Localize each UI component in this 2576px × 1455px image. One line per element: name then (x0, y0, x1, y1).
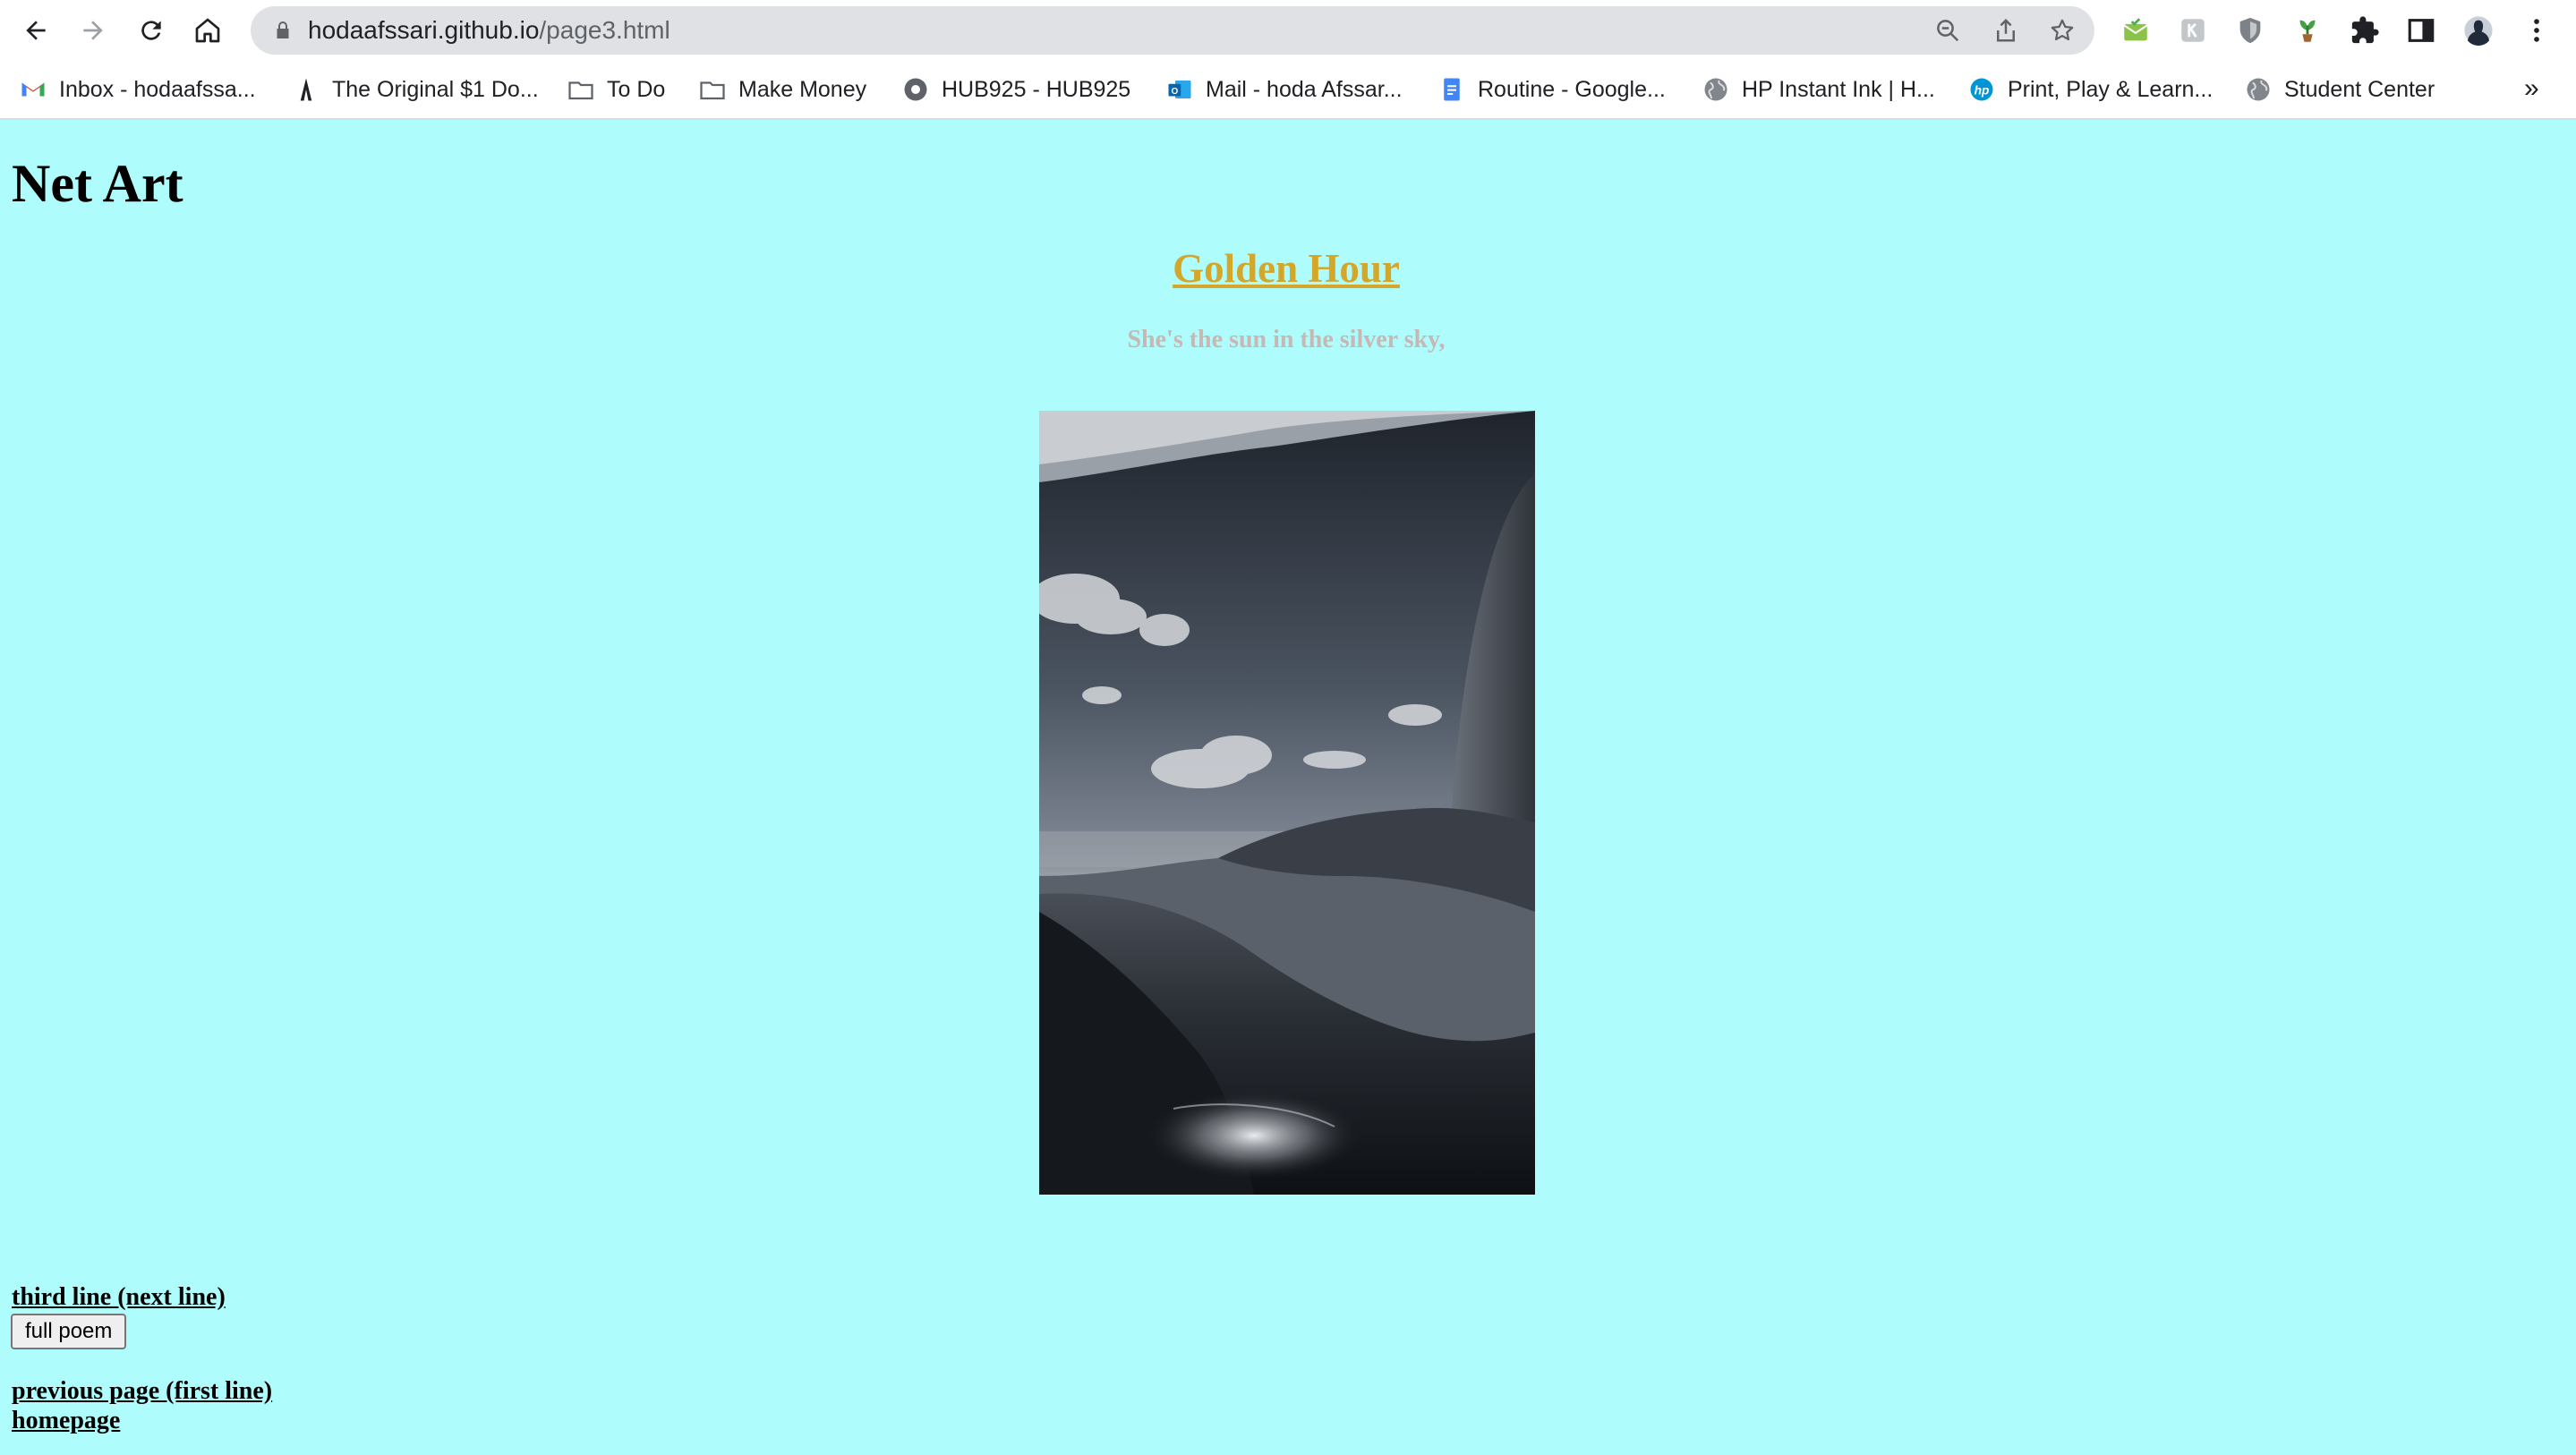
web-page: Net Art Golden Hour She's the sun in the… (0, 120, 2576, 1455)
folder-icon (567, 76, 594, 103)
bookmark-label: HUB925 - HUB925 (942, 76, 1131, 102)
bookmark-student-center[interactable]: Student Center (2245, 70, 2435, 109)
next-line-link[interactable]: third line (next line) (12, 1283, 226, 1312)
zoom-button[interactable] (1933, 16, 1962, 45)
poem-title-link[interactable]: Golden Hour (0, 245, 2572, 292)
poem-line: She's the sun in the silver sky, (1127, 326, 1446, 353)
bookmark-folder-make-money[interactable]: Make Money (699, 70, 866, 109)
reload-button[interactable] (130, 9, 173, 52)
full-poem-button[interactable]: full poem (11, 1314, 127, 1349)
homepage-link[interactable]: homepage (12, 1407, 120, 1435)
folder-icon (699, 76, 726, 103)
kebab-menu-icon (2534, 19, 2539, 42)
plant-icon (2299, 20, 2316, 42)
bookmark-star-button[interactable] (2048, 16, 2077, 45)
browser-menu-button[interactable] (2519, 13, 2555, 48)
bookmark-label: Mail - hoda Afssar... (1206, 76, 1403, 102)
arrow-left-icon (26, 21, 46, 40)
bookmark-folder-todo[interactable]: To Do (567, 70, 665, 109)
svg-text:O: O (1171, 87, 1178, 97)
extension-plant-button[interactable] (2290, 13, 2325, 48)
zoom-out-icon (1937, 20, 1959, 42)
bookmark-label: Student Center (2284, 76, 2435, 102)
bookmark-inbox[interactable]: Inbox - hodaafssa... (20, 70, 256, 109)
share-icon (1997, 18, 2015, 42)
bookmark-original-dollar[interactable]: The Original $1 Do... (293, 70, 539, 109)
share-button[interactable] (1992, 16, 2020, 45)
google-docs-icon (1438, 76, 1465, 103)
bookmark-label: Print, Play & Learn... (2008, 76, 2213, 102)
bookmark-label: Make Money (738, 76, 867, 102)
extensions-menu-button[interactable] (2347, 13, 2383, 48)
home-button[interactable] (186, 9, 229, 52)
extension-k-button[interactable] (2175, 13, 2211, 48)
address-url: hodaafssari.github.io/page3.html (308, 6, 670, 55)
page-title: Net Art (12, 154, 183, 213)
bookmark-print-play-learn[interactable]: hp Print, Play & Learn... (1968, 70, 2213, 109)
avatar-icon (2464, 16, 2493, 46)
extension-shield-button[interactable] (2232, 13, 2268, 48)
gmail-icon (20, 76, 47, 103)
bookmark-label: Routine - Google... (1478, 76, 1666, 102)
previous-page-link[interactable]: previous page (first line) (12, 1377, 272, 1406)
artwork-image (1039, 411, 1535, 1195)
reload-icon (141, 21, 161, 40)
bookmark-label: HP Instant Ink | H... (1742, 76, 1935, 102)
bookmark-label: The Original $1 Do... (332, 76, 539, 102)
puzzle-icon (2351, 16, 2379, 44)
star-icon (2051, 19, 2074, 41)
bookmark-hp-instant-ink[interactable]: HP Instant Ink | H... (1702, 70, 1935, 109)
browser-toolbar: hodaafssari.github.io/page3.html (0, 0, 2576, 61)
url-path: /page3.html (539, 16, 670, 44)
bookmark-site-icon (293, 76, 320, 103)
forward-button[interactable] (72, 9, 115, 52)
hub-icon (902, 76, 929, 103)
bookmarks-overflow-button[interactable]: » (2524, 73, 2539, 104)
side-panel-icon (2408, 19, 2435, 42)
svg-text:hp: hp (1975, 84, 1990, 98)
bookmark-routine[interactable]: Routine - Google... (1438, 70, 1666, 109)
bookmark-label: Inbox - hodaafssa... (59, 76, 256, 102)
address-bar[interactable]: hodaafssari.github.io/page3.html (251, 6, 2094, 55)
hp-icon: hp (1968, 76, 1995, 103)
outlook-icon: O (1166, 76, 1193, 103)
home-icon (195, 18, 220, 43)
profile-avatar-button[interactable] (2461, 13, 2496, 48)
url-host: hodaafssari.github.io (308, 16, 540, 44)
side-panel-button[interactable] (2403, 13, 2439, 48)
extension-envelope-button[interactable] (2118, 13, 2154, 48)
shield-icon (2239, 17, 2261, 44)
bookmark-mail[interactable]: O Mail - hoda Afssar... (1166, 70, 1403, 109)
envelope-check-icon (2123, 18, 2148, 41)
bookmark-hub925[interactable]: HUB925 - HUB925 (902, 70, 1130, 109)
back-button[interactable] (14, 9, 57, 52)
letter-k-icon (2181, 19, 2205, 42)
lock-icon (277, 21, 289, 38)
globe-icon (2245, 76, 2272, 103)
bookmark-label: To Do (607, 76, 666, 102)
bookmarks-bar: Inbox - hodaafssa... The Original $1 Do.… (0, 61, 2576, 120)
globe-icon (1702, 76, 1729, 103)
arrow-right-icon (83, 21, 103, 40)
